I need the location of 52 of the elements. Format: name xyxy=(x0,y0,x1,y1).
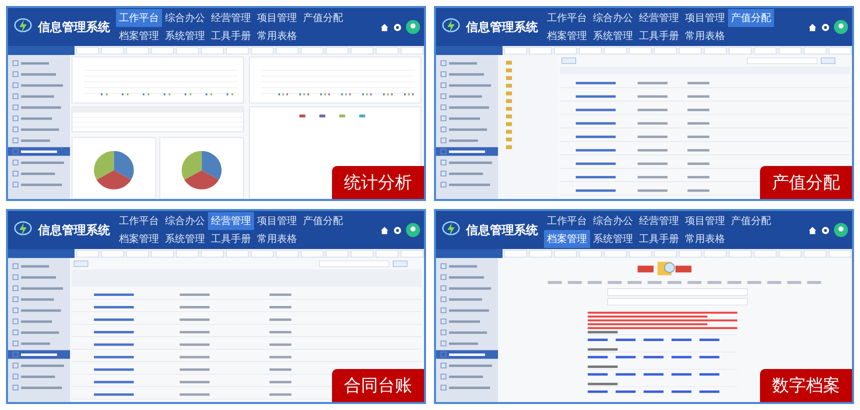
home-icon[interactable] xyxy=(808,226,817,234)
nav-tab[interactable]: 档案管理 xyxy=(116,230,162,248)
nav-tab[interactable]: 经营管理 xyxy=(636,9,682,27)
nav-tab[interactable]: 项目管理 xyxy=(682,9,728,27)
nav-tab[interactable]: 常用表格 xyxy=(682,27,728,45)
nav-tab[interactable]: 产值分配 xyxy=(728,9,774,27)
nav-tab[interactable]: 常用表格 xyxy=(682,230,728,248)
nav-tab[interactable]: 工具手册 xyxy=(208,27,254,45)
nav-tab[interactable]: 项目管理 xyxy=(254,9,300,27)
nav-tab[interactable]: 系统管理 xyxy=(162,27,208,45)
nav-tab[interactable]: 工作平台 xyxy=(116,212,162,230)
nav-tab[interactable]: 综合办公 xyxy=(590,212,636,230)
nav-tab[interactable]: 常用表格 xyxy=(254,230,300,248)
nav-tab[interactable]: 档案管理 xyxy=(544,27,590,45)
nav-tab[interactable]: 综合办公 xyxy=(162,9,208,27)
home-icon[interactable] xyxy=(808,22,817,32)
avatar-icon[interactable] xyxy=(406,20,420,34)
app-title: 信息管理系统 xyxy=(466,222,538,238)
nav-tab[interactable]: 工具手册 xyxy=(636,27,682,45)
app-title: 信息管理系统 xyxy=(38,222,110,238)
nav-tab[interactable]: 档案管理 xyxy=(116,27,162,45)
nav-tab[interactable]: 工作平台 xyxy=(544,212,590,230)
avatar-icon[interactable] xyxy=(834,20,848,34)
caption-label: 合同台账 xyxy=(332,369,424,402)
nav-tab[interactable]: 工具手册 xyxy=(636,230,682,248)
caption-label: 统计分析 xyxy=(332,166,424,199)
home-icon[interactable] xyxy=(380,22,389,32)
nav-tab[interactable]: 综合办公 xyxy=(590,9,636,27)
avatar-icon[interactable] xyxy=(406,223,420,237)
nav-tab[interactable]: 综合办公 xyxy=(162,212,208,230)
caption-label: 数字档案 xyxy=(760,369,852,402)
caption-label: 产值分配 xyxy=(760,166,852,199)
nav-tab[interactable]: 系统管理 xyxy=(590,230,636,248)
nav-tab[interactable]: 产值分配 xyxy=(728,212,774,230)
nav-tab[interactable]: 系统管理 xyxy=(590,27,636,45)
nav-tab[interactable]: 项目管理 xyxy=(254,212,300,230)
nav-tab[interactable]: 工作平台 xyxy=(116,9,162,27)
nav-tab[interactable]: 经营管理 xyxy=(208,9,254,27)
nav-tab[interactable]: 工具手册 xyxy=(208,230,254,248)
nav-tab[interactable]: 经营管理 xyxy=(636,212,682,230)
app-title: 信息管理系统 xyxy=(466,18,538,36)
nav-tab[interactable]: 常用表格 xyxy=(254,27,300,45)
nav-tab[interactable]: 档案管理 xyxy=(544,230,590,248)
nav-tab[interactable]: 项目管理 xyxy=(682,212,728,230)
nav-tab[interactable]: 工作平台 xyxy=(544,9,590,27)
avatar-icon[interactable] xyxy=(834,223,848,237)
app-title: 信息管理系统 xyxy=(38,18,110,36)
nav-tab[interactable]: 产值分配 xyxy=(300,212,346,230)
nav-tab[interactable]: 系统管理 xyxy=(162,230,208,248)
nav-tab[interactable]: 产值分配 xyxy=(300,9,346,27)
home-icon[interactable] xyxy=(380,226,389,234)
nav-tab[interactable]: 经营管理 xyxy=(208,212,254,230)
